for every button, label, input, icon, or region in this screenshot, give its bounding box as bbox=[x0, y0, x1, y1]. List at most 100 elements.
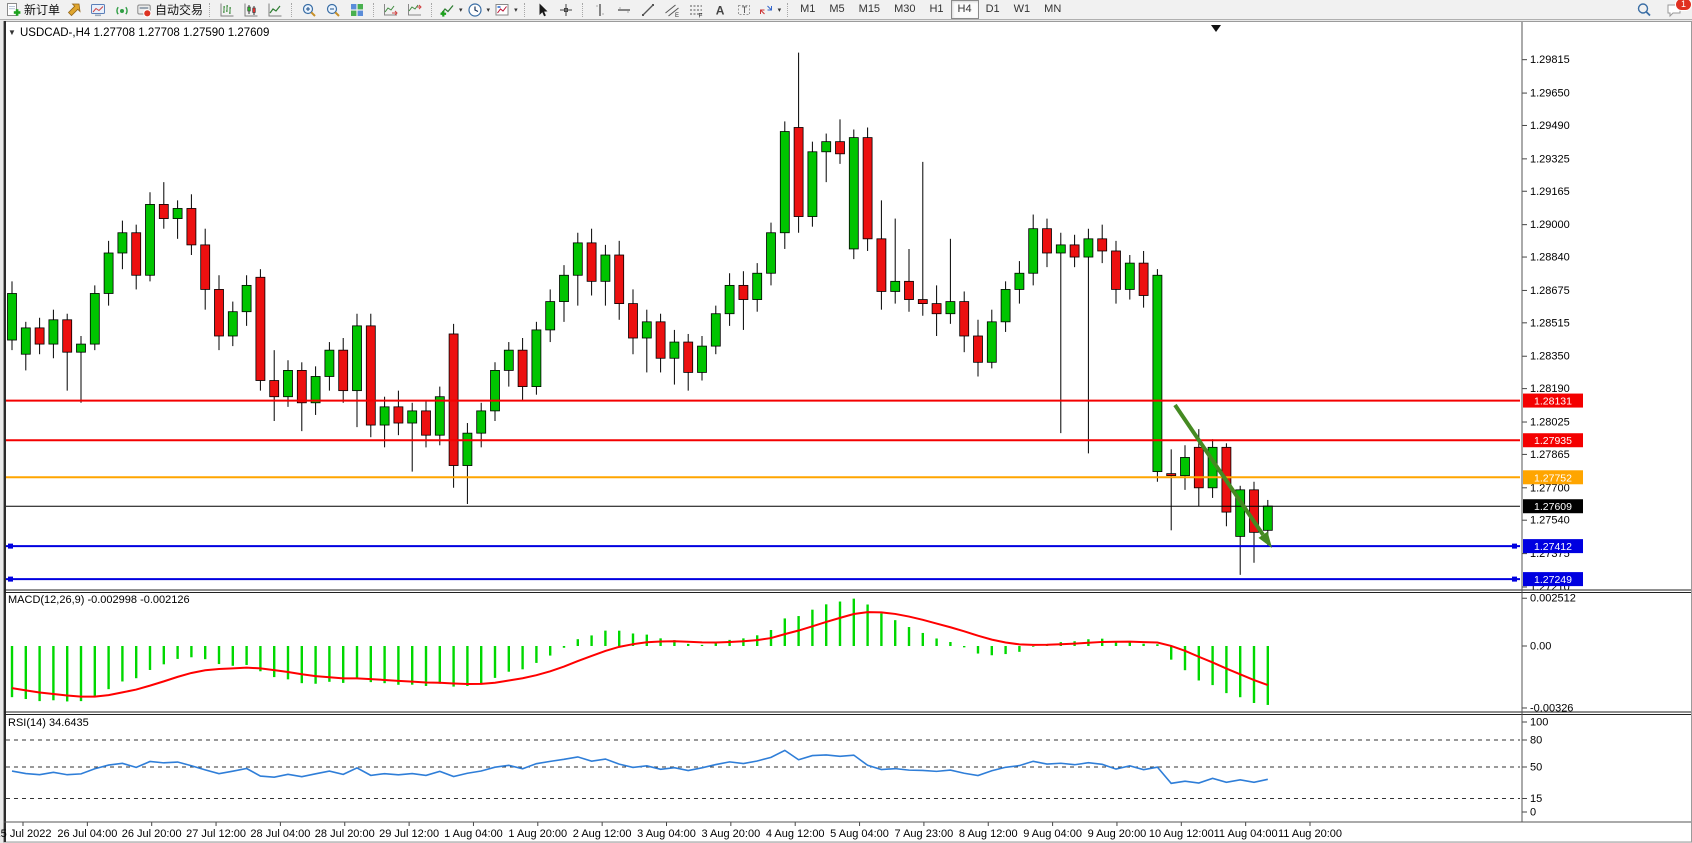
candle-body bbox=[77, 344, 86, 352]
candle-body bbox=[1098, 239, 1107, 251]
timeframe-button-m5[interactable]: M5 bbox=[822, 0, 851, 19]
zoom-in-button[interactable] bbox=[297, 1, 321, 19]
terminal-icon bbox=[90, 2, 106, 18]
candle-body bbox=[670, 342, 679, 358]
price-tick-label: 1.28515 bbox=[1530, 317, 1570, 329]
timeframe-button-d1[interactable]: D1 bbox=[979, 0, 1007, 19]
line-handle[interactable] bbox=[1512, 544, 1517, 549]
vertical-line-button[interactable] bbox=[588, 1, 612, 19]
candle-body bbox=[491, 370, 500, 410]
candle bbox=[1153, 269, 1162, 482]
price-tick-label: 1.29325 bbox=[1530, 153, 1570, 165]
arrows-button[interactable]: ▾ bbox=[756, 1, 784, 19]
rsi-pane[interactable] bbox=[6, 715, 1520, 821]
title-collapse-icon[interactable]: ▼ bbox=[8, 28, 16, 37]
gold-arrow-button[interactable] bbox=[62, 1, 86, 19]
timeframe-button-h1[interactable]: H1 bbox=[922, 0, 950, 19]
candle bbox=[449, 324, 458, 488]
candle-body bbox=[711, 314, 720, 346]
line-chart-button[interactable] bbox=[263, 1, 287, 19]
line-handle[interactable] bbox=[1512, 577, 1517, 582]
candle-body bbox=[767, 233, 776, 273]
candle-body bbox=[753, 273, 762, 299]
timeframe-button-m1[interactable]: M1 bbox=[793, 0, 822, 19]
chat-button[interactable]: 1 bbox=[1662, 1, 1686, 19]
auto-trading-button[interactable]: 自动交易 bbox=[134, 1, 205, 19]
candle-body bbox=[794, 127, 803, 216]
crosshair-button[interactable] bbox=[554, 1, 578, 19]
time-tick-label: 5 Aug 04:00 bbox=[830, 828, 889, 840]
label-button[interactable]: T bbox=[732, 1, 756, 19]
chart-window: ▼ USDCAD-,H4 1.27708 1.27708 1.27590 1.2… bbox=[0, 21, 1692, 843]
chart-shift-button[interactable] bbox=[403, 1, 427, 19]
bar-chart-button[interactable] bbox=[215, 1, 239, 19]
chevron-down-icon: ▾ bbox=[487, 6, 491, 14]
time-tick-label: 26 Jul 20:00 bbox=[122, 828, 182, 840]
svg-text:T: T bbox=[741, 5, 747, 15]
svg-text:F: F bbox=[698, 12, 702, 18]
price-badge-label: 1.27752 bbox=[1534, 472, 1572, 484]
zoom-out-icon bbox=[325, 2, 341, 18]
channel-button[interactable]: E bbox=[660, 1, 684, 19]
time-tick-label: 3 Aug 04:00 bbox=[637, 828, 696, 840]
time-tick-label: 9 Aug 20:00 bbox=[1088, 828, 1147, 840]
template-icon bbox=[494, 2, 510, 18]
trendline-icon bbox=[640, 2, 656, 18]
indicators-button[interactable]: ▾ bbox=[437, 1, 465, 19]
toolbar-separator bbox=[209, 3, 211, 17]
chevron-down-icon: ▾ bbox=[459, 6, 463, 14]
label-t-icon: T bbox=[736, 2, 752, 18]
candlestick-chart-button[interactable] bbox=[239, 1, 263, 19]
text-button[interactable]: A bbox=[708, 1, 732, 19]
periods-button[interactable]: ▾ bbox=[465, 1, 493, 19]
templates-button[interactable]: ▾ bbox=[492, 1, 520, 19]
candle-body bbox=[615, 255, 624, 304]
candle-body bbox=[808, 152, 817, 217]
candle-body bbox=[822, 142, 831, 152]
chart-bars-icon bbox=[219, 2, 235, 18]
candle-body bbox=[546, 302, 555, 330]
community-button[interactable] bbox=[86, 1, 110, 19]
cursor-button[interactable] bbox=[530, 1, 554, 19]
search-button[interactable] bbox=[1632, 1, 1656, 19]
rsi-label: RSI(14) 34.6435 bbox=[8, 717, 89, 729]
tile-windows-button[interactable] bbox=[345, 1, 369, 19]
horizontal-line-button[interactable] bbox=[612, 1, 636, 19]
candle-body bbox=[325, 350, 334, 376]
candle bbox=[146, 192, 155, 281]
time-tick-label: 29 Jul 12:00 bbox=[379, 828, 439, 840]
candle-body bbox=[463, 433, 472, 465]
timeframe-button-m30[interactable]: M30 bbox=[887, 0, 922, 19]
candle bbox=[366, 314, 375, 437]
time-tick-label: 7 Aug 23:00 bbox=[895, 828, 954, 840]
toolbar-separator bbox=[291, 3, 293, 17]
fibo-icon: F bbox=[688, 2, 704, 18]
tile-icon bbox=[349, 2, 365, 18]
timeframe-button-w1[interactable]: W1 bbox=[1007, 0, 1038, 19]
candle-body bbox=[932, 304, 941, 314]
gold-arrow-icon bbox=[66, 2, 82, 18]
timeframe-button-mn[interactable]: MN bbox=[1037, 0, 1068, 19]
price-tick-label: 1.29000 bbox=[1530, 219, 1570, 231]
line-handle[interactable] bbox=[8, 577, 13, 582]
candle-body bbox=[946, 302, 955, 314]
price-badge-label: 1.27412 bbox=[1534, 541, 1572, 553]
signals-button[interactable] bbox=[110, 1, 134, 19]
fibonacci-button[interactable]: F bbox=[684, 1, 708, 19]
line-handle[interactable] bbox=[8, 544, 13, 549]
candle bbox=[780, 121, 789, 249]
candle-body bbox=[104, 253, 113, 293]
candle-body bbox=[642, 322, 651, 338]
new-order-button[interactable]: 新订单 bbox=[3, 1, 62, 19]
trendline-button[interactable] bbox=[636, 1, 660, 19]
text-a-icon: A bbox=[712, 2, 728, 18]
candle-body bbox=[1015, 273, 1024, 289]
candle-body bbox=[1043, 229, 1052, 253]
time-tick-label: 1 Aug 20:00 bbox=[508, 828, 567, 840]
zoom-out-button[interactable] bbox=[321, 1, 345, 19]
auto-scroll-button[interactable] bbox=[379, 1, 403, 19]
candle-body bbox=[49, 320, 58, 344]
time-tick-label: 27 Jul 12:00 bbox=[186, 828, 246, 840]
timeframe-button-h4[interactable]: H4 bbox=[951, 0, 979, 19]
timeframe-button-m15[interactable]: M15 bbox=[852, 0, 887, 19]
